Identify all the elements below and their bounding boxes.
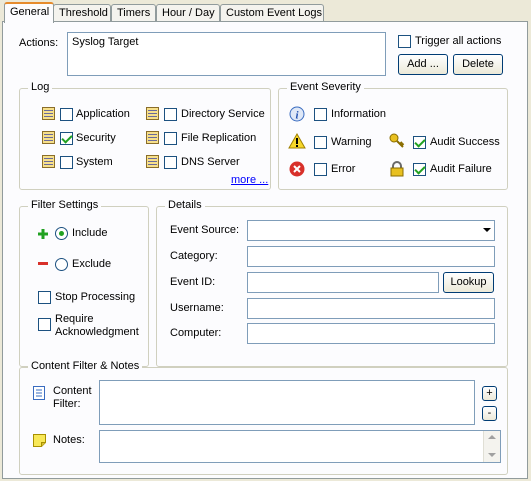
tab-custom-event-logs[interactable]: Custom Event Logs — [220, 4, 324, 22]
severity-audit-failure-label: Audit Failure — [430, 163, 492, 175]
delete-button[interactable]: Delete — [453, 54, 503, 75]
log-directory-service-label: Directory Service — [181, 108, 265, 120]
tab-label: Hour / Day — [162, 7, 215, 19]
tab-label: Threshold — [59, 7, 108, 19]
exclude-label: Exclude — [72, 258, 112, 270]
trigger-all-label: Trigger all actions — [415, 35, 502, 47]
add-button[interactable]: Add ... — [398, 54, 448, 75]
severity-error-label: Error — [331, 163, 356, 175]
require-ack-label-line1: Require — [55, 313, 94, 325]
severity-warning-label: Warning — [331, 136, 372, 148]
general-panel: Actions: Syslog Target Trigger all actio… — [2, 21, 528, 479]
chevron-down-icon — [483, 228, 491, 232]
log-book-icon — [42, 107, 55, 120]
severity-warning-checkbox[interactable] — [314, 136, 327, 149]
log-group-title: Log — [28, 81, 53, 93]
log-book-icon — [42, 131, 55, 144]
log-book-icon — [146, 131, 159, 144]
event-id-label: Event ID: — [170, 276, 216, 288]
log-system-label: System — [76, 156, 113, 168]
stop-processing-checkbox[interactable] — [38, 291, 51, 304]
warning-icon — [288, 133, 306, 149]
details-group: Details Event Source: Category: Event ID… — [156, 199, 508, 367]
tab-threshold[interactable]: Threshold — [53, 4, 111, 22]
log-file-replication-label: File Replication — [181, 132, 257, 144]
log-dns-server-checkbox[interactable] — [164, 156, 177, 169]
filter-settings-title: Filter Settings — [28, 199, 102, 211]
actions-label: Actions: — [19, 37, 59, 49]
category-input[interactable] — [247, 246, 495, 267]
details-title: Details — [165, 199, 205, 211]
scroll-up-icon[interactable] — [488, 435, 496, 440]
minus-icon — [38, 262, 48, 265]
notes-textarea[interactable] — [99, 430, 501, 463]
log-book-icon — [146, 107, 159, 120]
computer-input[interactable] — [247, 323, 495, 344]
computer-label: Computer: — [170, 327, 222, 339]
content-filter-label-line1: Content — [53, 385, 92, 397]
error-icon — [289, 161, 305, 177]
severity-audit-success-checkbox[interactable] — [413, 136, 426, 149]
content-filter-notes-title: Content Filter & Notes — [28, 360, 143, 372]
log-security-label: Security — [76, 132, 116, 144]
log-directory-service-checkbox[interactable] — [164, 108, 177, 121]
list-item[interactable]: Syslog Target — [72, 36, 381, 48]
notes-scrollbar[interactable] — [483, 431, 500, 462]
filter-settings-group: Filter Settings Include Exclude Stop Pro… — [19, 199, 149, 367]
tab-hour-day[interactable]: Hour / Day — [156, 4, 220, 22]
severity-information-label: Information — [331, 108, 387, 120]
event-id-input[interactable] — [247, 272, 439, 293]
username-label: Username: — [170, 302, 224, 314]
content-filter-notes-group: Content Filter & Notes Content Filter: +… — [19, 360, 508, 475]
log-book-icon — [146, 155, 159, 168]
scroll-down-icon[interactable] — [488, 453, 496, 458]
event-source-label: Event Source: — [170, 224, 240, 236]
tab-label: General — [10, 6, 50, 18]
document-icon — [33, 386, 45, 400]
tab-label: Timers — [117, 7, 151, 19]
event-severity-title: Event Severity — [287, 81, 364, 93]
content-filter-textarea[interactable] — [99, 380, 475, 425]
more-logs-link[interactable]: more ... — [231, 174, 268, 186]
log-book-icon — [42, 155, 55, 168]
exclude-radio[interactable] — [55, 258, 68, 271]
sticky-note-icon — [33, 434, 46, 447]
event-source-dropdown[interactable] — [247, 220, 495, 241]
plus-icon — [38, 229, 48, 239]
tab-general[interactable]: General — [4, 2, 54, 23]
lookup-button[interactable]: Lookup — [443, 272, 494, 293]
lock-icon — [390, 161, 404, 177]
stop-processing-label: Stop Processing — [55, 291, 136, 303]
information-icon: i — [289, 106, 305, 122]
include-label: Include — [72, 227, 108, 239]
content-filter-label-line2: Filter: — [53, 398, 81, 410]
tab-label: Custom Event Logs — [226, 7, 322, 19]
severity-information-checkbox[interactable] — [314, 108, 327, 121]
notes-label: Notes: — [53, 434, 85, 446]
severity-error-checkbox[interactable] — [314, 163, 327, 176]
remove-filter-button[interactable]: - — [482, 406, 497, 421]
log-system-checkbox[interactable] — [60, 156, 73, 169]
add-filter-button[interactable]: + — [482, 386, 497, 401]
log-dns-server-label: DNS Server — [181, 156, 240, 168]
event-severity-group: Event Severity i Information Warning Err… — [278, 81, 508, 190]
log-security-checkbox[interactable] — [60, 132, 73, 145]
username-input[interactable] — [247, 298, 495, 319]
log-application-label: Application — [76, 108, 130, 120]
category-label: Category: — [170, 250, 218, 262]
log-file-replication-checkbox[interactable] — [164, 132, 177, 145]
severity-audit-failure-checkbox[interactable] — [413, 163, 426, 176]
log-group: Log Application Security System Director… — [19, 81, 271, 190]
trigger-all-checkbox[interactable] — [398, 35, 411, 48]
log-application-checkbox[interactable] — [60, 108, 73, 121]
require-acknowledgment-checkbox[interactable] — [38, 318, 51, 331]
require-ack-label-line2: Acknowledgment — [55, 326, 139, 338]
include-radio[interactable] — [55, 227, 68, 240]
actions-list[interactable]: Syslog Target — [67, 32, 386, 76]
tab-timers[interactable]: Timers — [111, 4, 156, 22]
key-icon — [389, 133, 405, 148]
severity-audit-success-label: Audit Success — [430, 136, 500, 148]
